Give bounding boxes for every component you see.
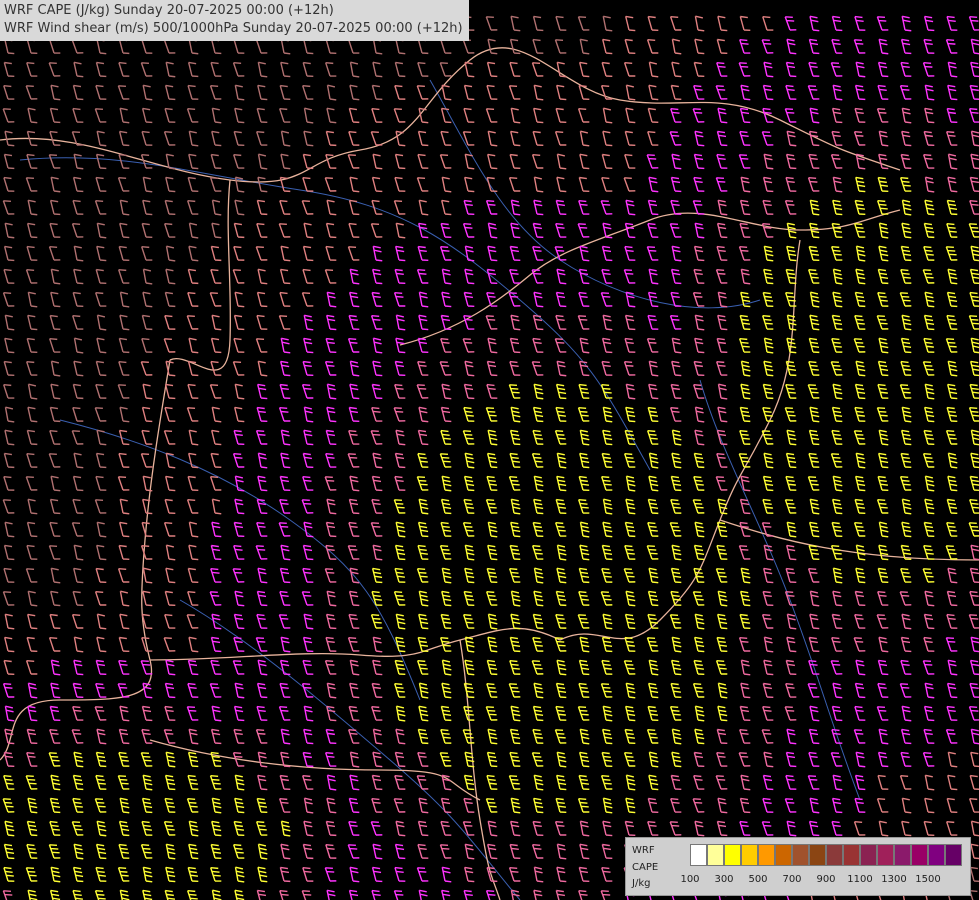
weather-map[interactable]	[0, 0, 979, 900]
wind-shear-title: WRF Wind shear (m/s) 500/1000hPa Sunday …	[4, 21, 463, 36]
legend-tick: 1300	[881, 874, 907, 885]
legend-swatch	[758, 844, 775, 866]
legend-swatch	[741, 844, 758, 866]
legend-swatch	[877, 844, 894, 866]
legend-swatch	[724, 844, 741, 866]
legend-swatch	[911, 844, 928, 866]
legend-tick: 1500	[915, 874, 941, 885]
legend-tick-labels: 100 300 500 700 900 1100 1300 1500	[680, 874, 970, 888]
legend-label-model: WRF	[632, 845, 655, 856]
legend-swatch	[928, 844, 945, 866]
legend-swatch	[945, 844, 962, 866]
cape-legend: WRF CAPE J/kg 100 300 500 700 900 1100 1300 150…	[625, 837, 971, 896]
legend-label-variable: CAPE	[632, 862, 659, 873]
legend-tick: 900	[816, 874, 836, 885]
legend-swatch	[860, 844, 877, 866]
legend-swatch	[707, 844, 724, 866]
legend-swatch	[826, 844, 843, 866]
legend-swatch	[792, 844, 809, 866]
legend-swatch	[690, 844, 707, 866]
legend-tick: 100	[680, 874, 700, 885]
map-title-box: WRF CAPE (J/kg) Sunday 20-07-2025 00:00 …	[0, 0, 469, 41]
legend-tick: 500	[748, 874, 768, 885]
legend-swatch	[843, 844, 860, 866]
cape-title: WRF CAPE (J/kg) Sunday 20-07-2025 00:00 …	[4, 3, 334, 18]
legend-tick: 300	[714, 874, 734, 885]
legend-swatch	[775, 844, 792, 866]
legend-tick: 1100	[847, 874, 873, 885]
legend-tick: 700	[782, 874, 802, 885]
legend-label-unit: J/kg	[632, 878, 651, 889]
legend-swatch	[894, 844, 911, 866]
legend-swatch	[809, 844, 826, 866]
legend-color-scale	[690, 844, 962, 866]
